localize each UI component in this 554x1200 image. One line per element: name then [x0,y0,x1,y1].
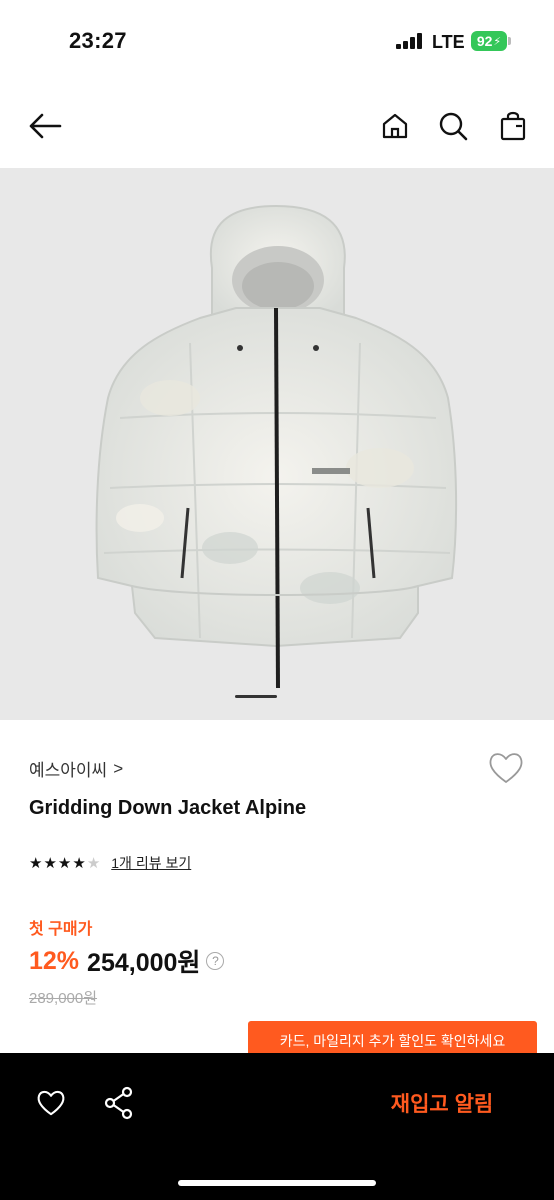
home-indicator [178,1180,376,1186]
price-row: 12% 254,000원 ? [29,943,225,979]
chevron-right-icon: > [113,758,124,778]
heart-icon [489,753,523,783]
signal-icon [396,33,424,49]
search-button[interactable] [431,104,475,148]
brand-name: 예스아이씨 [29,761,108,780]
restock-alert-button[interactable]: 재입고 알림 [362,1081,522,1125]
share-button[interactable] [97,1081,141,1125]
home-icon [382,113,408,139]
star-icon: ★ [29,854,43,872]
heart-icon [37,1090,65,1116]
rating-row: ★ ★ ★ ★ ★ 1개 리뷰 보기 [29,853,191,873]
rating-stars: ★ ★ ★ ★ ★ [29,856,100,871]
nav-bar [0,84,554,168]
bottom-action-bar: 재입고 알림 [0,1053,554,1200]
product-image[interactable] [0,168,554,720]
status-time: 23:27 [69,28,127,53]
battery-level: 92 [476,33,493,49]
brand-link[interactable]: 예스아이씨 > [29,756,123,781]
wish-button[interactable] [29,1081,73,1125]
cart-button[interactable] [491,104,535,148]
battery-icon: 92 ⚡ [471,31,507,51]
star-icon: ★ [43,854,57,872]
discount-rate: 12% [29,946,80,975]
wishlist-button[interactable] [486,748,526,788]
carousel-indicator [235,695,277,698]
star-icon: ★ [86,854,101,872]
back-button[interactable] [23,104,67,148]
first-price-label: 첫 구매가 [29,921,93,938]
star-icon: ★ [57,854,72,872]
review-link[interactable]: 1개 리뷰 보기 [111,853,191,873]
arrow-left-icon [29,113,62,139]
status-bar: 23:27 LTE 92 ⚡ [0,0,554,84]
star-icon: ★ [72,854,86,872]
search-icon [439,112,468,141]
home-button[interactable] [373,104,417,148]
jacket-image [95,204,458,689]
share-icon [104,1086,133,1120]
product-name: Gridding Down Jacket Alpine [29,797,307,819]
battery-cap [508,37,511,45]
network-label: LTE [432,32,465,52]
sale-price: 254,000원 [87,949,201,977]
shopping-bag-icon [500,111,526,141]
help-icon[interactable]: ? [206,952,225,970]
original-price: 289,000원 [29,990,98,1007]
